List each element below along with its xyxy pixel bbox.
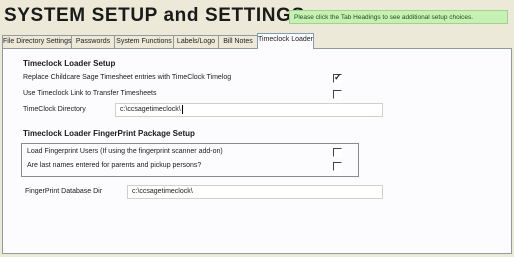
tab-hint-banner: Please click the Tab Headings to see add…	[289, 10, 508, 24]
tab-timeclock-loader[interactable]: Timeclock Loader	[257, 33, 314, 49]
page-title: SYSTEM SETUP and SETTINGS	[4, 5, 305, 26]
load-fingerprint-users-label: Load Fingerprint Users (If using the fin…	[27, 148, 223, 155]
tab-system-functions[interactable]: System Functions	[114, 35, 174, 48]
last-names-entered-checkbox[interactable]	[333, 162, 342, 171]
fingerprint-setup-heading: Timeclock Loader FingerPrint Package Set…	[23, 129, 195, 138]
replace-timesheet-checkbox[interactable]: ✓	[333, 72, 342, 83]
tab-strip: File Directory Settings Passwords System…	[2, 33, 512, 49]
tab-bill-notes[interactable]: Bill Notes	[218, 35, 258, 48]
title-bar: SYSTEM SETUP and SETTINGS Please click t…	[0, 0, 514, 32]
tab-passwords[interactable]: Passwords	[71, 35, 115, 48]
transfer-timesheets-checkbox[interactable]	[333, 90, 342, 99]
tab-file-directory-settings[interactable]: File Directory Settings	[2, 35, 72, 48]
tab-labels-logo[interactable]: Labels/Logo	[173, 35, 219, 48]
fingerprint-db-dir-label: FingerPrint Database Dir	[25, 188, 103, 195]
timeclock-directory-value: c:\ccsagetimeclock\	[120, 106, 181, 113]
timeclock-directory-field[interactable]: c:\ccsagetimeclock\	[115, 103, 383, 117]
timeclock-setup-heading: Timeclock Loader Setup	[23, 59, 116, 68]
timeclock-loader-panel: Timeclock Loader Setup Replace Childcare…	[2, 48, 512, 254]
transfer-timesheets-label: Use Timeclock Link to Transfer Timesheet…	[23, 90, 157, 97]
fingerprint-db-dir-field[interactable]: c:\ccsagetimeclock\	[127, 185, 383, 199]
setup-window: SYSTEM SETUP and SETTINGS Please click t…	[0, 0, 514, 257]
timeclock-directory-label: TimeClock Directory	[23, 106, 86, 113]
text-cursor	[181, 104, 183, 114]
last-names-entered-label: Are last names entered for parents and p…	[27, 162, 202, 169]
checkmark-icon: ✓	[334, 72, 342, 82]
load-fingerprint-users-checkbox[interactable]	[333, 148, 342, 157]
replace-timesheet-label: Replace Childcare Sage Timesheet entries…	[23, 74, 232, 81]
